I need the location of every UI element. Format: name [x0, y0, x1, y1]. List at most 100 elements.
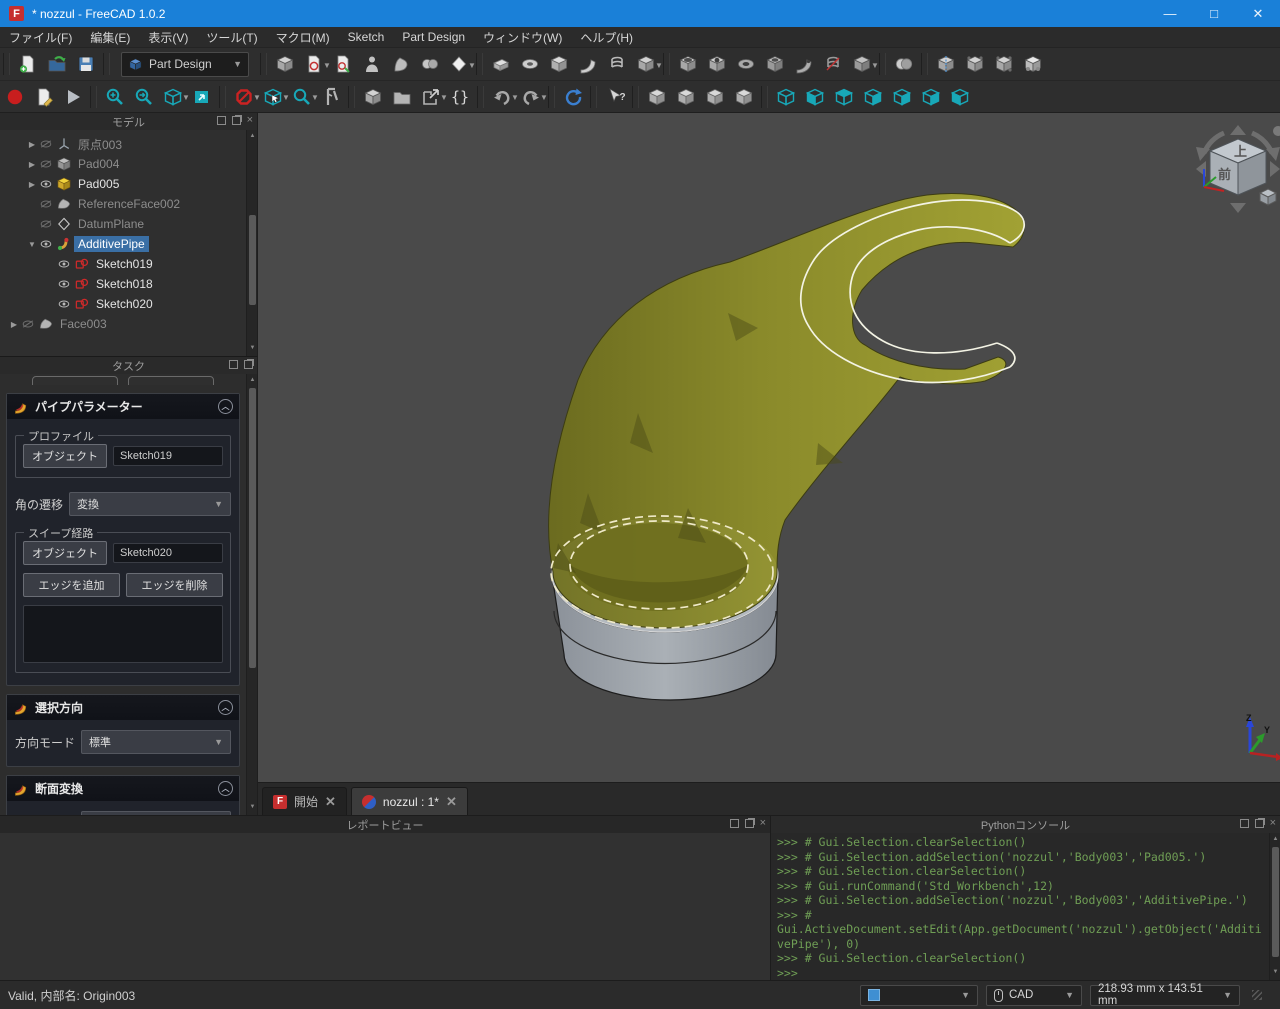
additive-pipe-solid[interactable] — [549, 194, 1025, 628]
revolution-icon[interactable] — [516, 51, 543, 78]
profile-object-button[interactable]: オブジェクト — [23, 444, 107, 468]
refresh-icon[interactable] — [559, 83, 586, 110]
menu-item-5[interactable]: Sketch — [339, 28, 394, 46]
visibility-visible-icon[interactable] — [38, 176, 56, 192]
close-button[interactable]: ✕ — [1236, 0, 1280, 27]
close-panel-icon[interactable]: × — [1270, 819, 1276, 828]
subtractive-pipe-icon[interactable] — [790, 51, 817, 78]
cancel-button[interactable] — [128, 376, 214, 385]
new-document-icon[interactable] — [14, 51, 41, 78]
subtractive-loft-icon[interactable] — [761, 51, 788, 78]
tree-item-Face003[interactable]: ▶ Face003 — [0, 314, 245, 334]
visibility-hidden-icon[interactable] — [38, 196, 56, 212]
macro-record-icon[interactable] — [1, 83, 28, 110]
pocket-icon[interactable] — [674, 51, 701, 78]
close-tab-icon[interactable]: ✕ — [446, 794, 457, 810]
edit-sketch-icon[interactable] — [329, 51, 356, 78]
python-console-content[interactable]: >>> # Gui.Selection.clearSelection() >>>… — [771, 833, 1268, 980]
collapse-icon[interactable]: ︿ — [218, 781, 233, 796]
dock-panel-icon[interactable] — [244, 360, 253, 369]
save-icon[interactable] — [72, 51, 99, 78]
expanded-arrow-icon[interactable]: ▼ — [26, 240, 38, 249]
close-panel-icon[interactable]: × — [247, 116, 253, 125]
visibility-hidden-icon[interactable] — [38, 136, 56, 152]
pad-icon[interactable] — [487, 51, 514, 78]
groove-icon[interactable] — [732, 51, 759, 78]
remove-edge-button[interactable]: エッジを削除 — [126, 573, 223, 597]
menu-item-6[interactable]: Part Design — [393, 28, 474, 46]
mirrored-icon[interactable] — [932, 51, 959, 78]
navigation-cube[interactable]: 上 前 — [1196, 125, 1280, 213]
boolean-icon[interactable] — [890, 51, 917, 78]
close-tab-icon[interactable]: ✕ — [325, 794, 336, 810]
menu-item-0[interactable]: ファイル(F) — [0, 27, 81, 48]
menu-item-7[interactable]: ウィンドウ(W) — [474, 27, 571, 48]
view-bottom-icon[interactable] — [917, 83, 944, 110]
clipping-plane-icon[interactable]: ▼ — [230, 83, 257, 110]
polar-pattern-icon[interactable] — [990, 51, 1017, 78]
multitransform-icon[interactable] — [1019, 51, 1046, 78]
orientation-mode-combo[interactable]: 標準 ▼ — [81, 730, 231, 754]
expression-icon[interactable]: {} — [446, 83, 473, 110]
whats-this-icon[interactable]: ? — [601, 83, 628, 110]
tree-item-Sketch019[interactable]: Sketch019 — [0, 254, 245, 274]
console-scrollbar[interactable]: ▲ ▼ — [1269, 833, 1280, 980]
collapsed-arrow-icon[interactable]: ▶ — [26, 160, 38, 169]
visibility-hidden-icon[interactable] — [38, 216, 56, 232]
float-panel-icon[interactable] — [730, 819, 739, 828]
visibility-hidden-icon[interactable] — [20, 316, 38, 332]
selection-view-icon[interactable]: ▼ — [259, 83, 286, 110]
link-icon[interactable]: ▼ — [417, 83, 444, 110]
view-left-icon[interactable] — [946, 83, 973, 110]
undo-icon[interactable]: ▼ — [488, 83, 515, 110]
visibility-visible-icon[interactable] — [56, 276, 74, 292]
fit-all-icon[interactable] — [101, 83, 128, 110]
3d-viewport[interactable]: 上 前 Z Y X — [258, 113, 1280, 782]
view-right-icon[interactable] — [859, 83, 886, 110]
report-view-content[interactable] — [0, 833, 770, 980]
subtractive-helix-icon[interactable] — [819, 51, 846, 78]
draw-style-icon[interactable]: ▼ — [159, 83, 186, 110]
view-front-icon[interactable] — [801, 83, 828, 110]
menu-item-4[interactable]: マクロ(M) — [267, 27, 339, 48]
fit-selection-icon[interactable] — [130, 83, 157, 110]
edge-list[interactable] — [23, 605, 223, 663]
path-value-field[interactable]: Sketch020 — [113, 543, 223, 563]
workbench-selector[interactable]: Part Design ▼ — [121, 52, 249, 77]
tree-item-DatumPlane[interactable]: DatumPlane — [0, 214, 245, 234]
additive-pipe-icon[interactable] — [574, 51, 601, 78]
view-isometric-icon[interactable] — [772, 83, 799, 110]
float-panel-icon[interactable] — [229, 360, 238, 369]
profile-value-field[interactable]: Sketch019 — [113, 446, 223, 466]
subtractive-primitive-icon[interactable]: ▼ — [848, 51, 875, 78]
zoom-icon[interactable]: ▼ — [288, 83, 315, 110]
dock-panel-icon[interactable] — [745, 819, 754, 828]
measure-icon[interactable] — [317, 83, 344, 110]
float-panel-icon[interactable] — [1240, 819, 1249, 828]
section-view-3-icon[interactable] — [701, 83, 728, 110]
create-body-icon[interactable] — [271, 51, 298, 78]
resize-grip[interactable] — [1252, 990, 1262, 1000]
redo-icon[interactable]: ▼ — [517, 83, 544, 110]
tree-scrollbar[interactable]: ▲ ▼ — [246, 130, 257, 356]
minimize-button[interactable]: — — [1148, 0, 1192, 27]
collapsed-arrow-icon[interactable]: ▶ — [26, 180, 38, 189]
navcube-mini-cube[interactable] — [1260, 189, 1276, 205]
collapsed-arrow-icon[interactable]: ▶ — [8, 320, 20, 329]
datum-icon[interactable]: ▼ — [445, 51, 472, 78]
shape-binder-icon[interactable] — [387, 51, 414, 78]
visibility-visible-icon[interactable] — [38, 236, 56, 252]
collapse-icon[interactable]: ︿ — [218, 399, 233, 414]
part-icon[interactable] — [359, 83, 386, 110]
section-view-1-icon[interactable] — [643, 83, 670, 110]
orientation-header[interactable]: 選択方向 ︿ — [7, 695, 239, 720]
additive-helix-icon[interactable] — [603, 51, 630, 78]
maximize-button[interactable]: □ — [1192, 0, 1236, 27]
tree-item-AdditivePipe[interactable]: ▼ AdditivePipe — [0, 234, 245, 254]
additive-loft-icon[interactable] — [545, 51, 572, 78]
section-view-4-icon[interactable] — [730, 83, 757, 110]
tree-item-Sketch020[interactable]: Sketch020 — [0, 294, 245, 314]
group-icon[interactable] — [388, 83, 415, 110]
pipe-parameters-header[interactable]: パイプパラメーター ︿ — [7, 394, 239, 419]
collapse-icon[interactable]: ︿ — [218, 700, 233, 715]
